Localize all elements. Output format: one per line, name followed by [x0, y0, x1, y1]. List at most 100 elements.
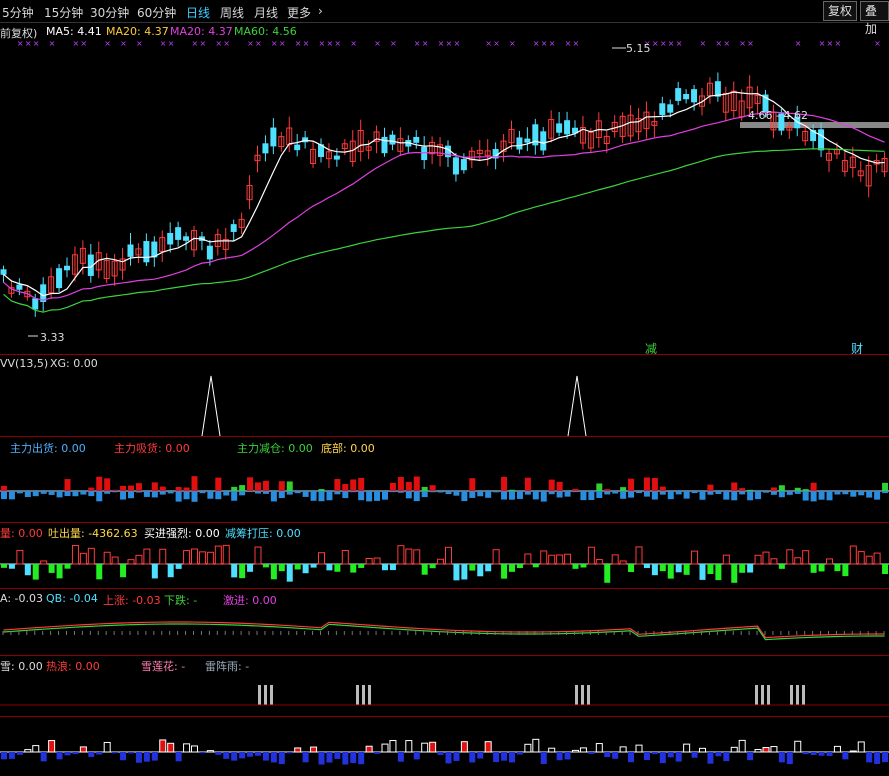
tab-monthly[interactable]: 月线 — [254, 4, 278, 21]
flow-bar — [151, 491, 158, 498]
flow-bar — [334, 478, 341, 491]
flow-bar — [556, 491, 563, 498]
ma60-line — [3, 148, 885, 313]
hist-bar — [628, 752, 635, 763]
hist-bar — [874, 752, 881, 764]
volume-bar — [611, 554, 619, 565]
sentiment-panel — [0, 685, 889, 706]
candle-body — [714, 81, 721, 97]
flow-bar — [191, 491, 198, 502]
hist-bar — [651, 752, 658, 755]
chevron-right-icon[interactable]: › — [318, 4, 323, 18]
flow-bar — [294, 491, 301, 494]
tab-15min[interactable]: 15分钟 — [44, 4, 83, 21]
volume-bar — [604, 564, 611, 583]
flag-marker: × — [827, 39, 834, 48]
volume-bar — [628, 564, 635, 572]
snow-bar — [258, 685, 261, 705]
flow-bar — [794, 487, 801, 491]
hist-bar — [548, 747, 556, 753]
flow-bar — [342, 491, 349, 499]
flow-bar — [572, 491, 579, 493]
volume-bar — [429, 564, 436, 569]
volume-bar — [96, 564, 103, 580]
flow-bar — [620, 491, 627, 499]
tab-daily[interactable]: 日线 — [186, 4, 210, 21]
hist-bar — [231, 752, 238, 761]
candle-body — [127, 244, 134, 257]
flow-bar — [770, 491, 777, 495]
ma5-value: MA5: 4.41 — [46, 25, 102, 38]
flow-bar — [818, 491, 825, 500]
flow-bar — [413, 476, 420, 491]
hist-bar — [715, 752, 722, 757]
flow-bar — [524, 491, 531, 495]
flow-bar — [96, 476, 103, 491]
flow-bar — [739, 488, 746, 491]
hist-bar — [278, 752, 285, 765]
hist-bar — [818, 752, 825, 756]
ma20-value-b: MA20: 4.37 — [170, 25, 233, 38]
hist-bar — [762, 747, 770, 753]
flow-bar — [278, 481, 285, 491]
volume-bar — [873, 552, 881, 565]
tab-weekly[interactable]: 周线 — [220, 4, 244, 21]
flow-bar — [64, 479, 71, 491]
snow-bar — [575, 685, 578, 705]
flow-bar — [231, 491, 238, 501]
candle-body — [452, 157, 459, 175]
panel-divider — [0, 655, 889, 656]
volume-bar — [318, 552, 325, 565]
hist-bar — [509, 752, 515, 763]
candle-body — [691, 89, 698, 103]
flow-bar — [389, 482, 396, 491]
candle-body — [659, 103, 666, 116]
flag-marker: × — [541, 39, 548, 48]
hist-bar — [16, 752, 23, 755]
hist-bar — [794, 740, 802, 753]
tab-more[interactable]: 更多 — [287, 4, 311, 21]
hist-bar — [842, 752, 849, 760]
volume-bar — [492, 549, 500, 565]
candle-body — [151, 241, 158, 258]
snow-bar — [796, 685, 799, 705]
flow-bar — [350, 479, 357, 491]
overlay-button[interactable]: 叠加 — [860, 1, 889, 36]
flow-bar — [628, 491, 635, 498]
flow-bar — [691, 491, 698, 494]
flow-bar — [532, 491, 539, 500]
candle-body — [460, 159, 467, 171]
tab-60min[interactable]: 60分钟 — [137, 4, 176, 21]
flag-marker: × — [255, 39, 262, 48]
flow-bar — [286, 481, 293, 491]
flow-bar — [604, 491, 611, 495]
candle-body — [516, 137, 523, 150]
volume-bar — [865, 555, 873, 565]
hist-bar — [683, 743, 691, 753]
tab-30min[interactable]: 30分钟 — [90, 4, 129, 21]
hist-bar — [516, 752, 523, 755]
flag-marker: × — [168, 39, 175, 48]
flow-bar — [628, 478, 635, 491]
adjust-button[interactable]: 复权 — [823, 1, 858, 21]
flag-marker: × — [723, 39, 730, 48]
hist-bar — [405, 740, 413, 753]
volume-bar — [540, 550, 548, 565]
volume-bar — [413, 549, 421, 565]
hist-bar — [175, 752, 182, 762]
ind4-qb-value: QB: -0.04 — [46, 592, 98, 605]
hist-bar — [72, 752, 79, 755]
flow-bar — [461, 491, 468, 502]
flow-bar — [175, 491, 182, 502]
hist-bar — [56, 752, 63, 760]
flag-marker: × — [104, 39, 111, 48]
flow-bar — [8, 491, 15, 500]
flow-bar — [429, 485, 436, 491]
hist-bar — [778, 752, 785, 763]
hist-bar — [460, 741, 468, 753]
candlestick-chart[interactable]: × × × × × × × × × × × × × × × × × × × × × × × × × × × × × × × × × × × × × × × ×… — [0, 38, 889, 354]
hist-bar — [453, 752, 460, 761]
tab-5min[interactable]: 5分钟 — [2, 4, 34, 21]
flag-marker: × — [295, 39, 302, 48]
flow-bar — [509, 489, 515, 491]
